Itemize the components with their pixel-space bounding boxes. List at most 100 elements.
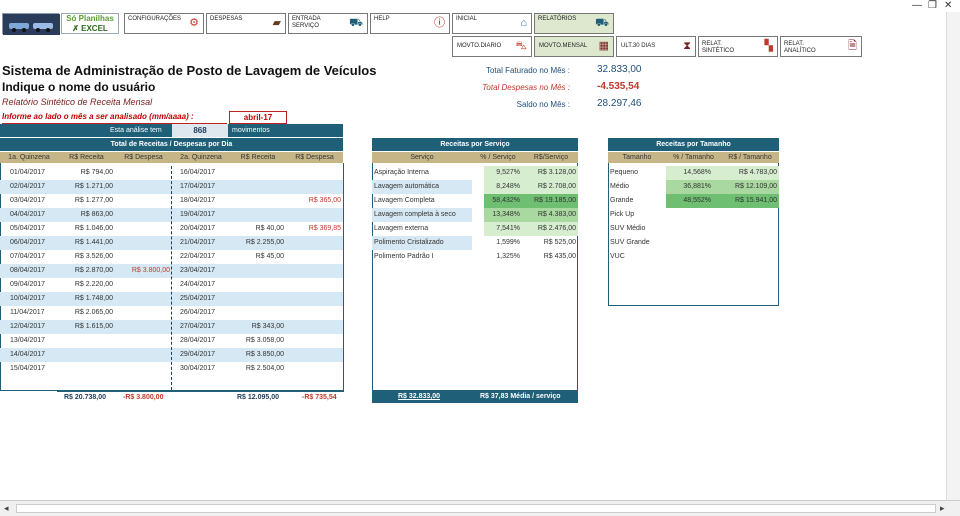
servico-name-cell: Lavagem Completa xyxy=(374,197,435,204)
tamanho-highlight xyxy=(666,222,779,236)
servico-name-cell: Lavagem externa xyxy=(374,225,429,232)
month-input[interactable]: abril-17 xyxy=(229,111,287,124)
calendar-icon: ▦ xyxy=(598,40,609,52)
servico-row: Lavagem completa à seco 13,348% R$ 4.383,0… xyxy=(372,208,578,222)
logo-excel-text: EXCEL xyxy=(81,24,108,33)
despesas-label: DESPESAS xyxy=(210,16,243,22)
restore-icon[interactable]: ❐ xyxy=(928,0,937,11)
movto-mensal-label: MOVTO.MENSAL xyxy=(539,43,588,49)
tamanho-name-cell: Pequeno xyxy=(610,169,639,176)
col-2a-quinzena: 2a. Quinzena xyxy=(180,154,222,161)
receita-cell: R$ 1.748,00 xyxy=(74,295,113,302)
hourglass-icon: ⧗ xyxy=(683,40,691,52)
receita-cell: R$ 343,00 xyxy=(251,323,284,330)
relat-analitico-button[interactable]: RELAT. ANALÍTICO 🗎 xyxy=(780,36,862,57)
tamanho-value-cell: R$ 12.109,00 xyxy=(734,183,777,190)
tamanho-name-cell: Grande xyxy=(610,197,634,204)
servico-name-cell: Polimento Padrão I xyxy=(374,253,434,260)
faturado-value: 32.833,00 xyxy=(597,64,642,75)
receita-cell: R$ 1.441,00 xyxy=(74,239,113,246)
inform-month-label: Informe ao lado o mês a ser analisado (m… xyxy=(2,112,227,124)
close-icon[interactable]: ✕ xyxy=(944,0,952,11)
tamanho-highlight xyxy=(666,208,779,222)
reports-icon: ⛟ xyxy=(595,17,609,29)
date-cell: 11/04/2017 xyxy=(10,309,45,316)
servico-pct-cell: 8,248% xyxy=(496,183,520,190)
receita-cell: R$ 45,00 xyxy=(255,253,284,260)
servico-name-cell: Lavagem completa à seco xyxy=(374,211,456,218)
date-cell: 01/04/2017 xyxy=(10,169,46,176)
title-bar xyxy=(0,0,960,12)
ult30-button[interactable]: ULT.30 DIAS ⧗ xyxy=(616,36,696,57)
movto-diario-button[interactable]: MOVTO.DIARIO ⛍ xyxy=(452,36,532,57)
quinzena-divider xyxy=(171,166,172,390)
date-cell: 10/04/2017 xyxy=(10,295,46,302)
scroll-right-icon[interactable]: ▸ xyxy=(940,503,945,514)
servico-name-cell: Polimento Cristalizado xyxy=(374,239,444,246)
date-cell: 16/04/2017 xyxy=(180,169,216,176)
relatorios-button[interactable]: RELATÓRIOS ⛟ xyxy=(534,13,614,34)
servico-value-cell: R$ 3.128,00 xyxy=(537,169,576,176)
receita-cell: R$ 2.870,00 xyxy=(74,267,113,274)
home-icon: ⌂ xyxy=(520,17,527,29)
date-cell: 20/04/2017 xyxy=(180,225,216,232)
inicial-button[interactable]: INICIAL ⌂ xyxy=(452,13,532,34)
receita-cell: R$ 1.046,00 xyxy=(74,225,113,232)
date-cell: 23/04/2017 xyxy=(180,267,216,274)
minimize-icon[interactable]: — xyxy=(912,0,922,11)
date-cell: 02/04/2017 xyxy=(10,183,46,190)
tamanho-row: Pick Up xyxy=(608,208,779,222)
tamanho-table-header: Tamanho % / Tamanho R$ / Tamanho xyxy=(608,152,779,163)
user-name-field[interactable]: Indique o nome do usuário xyxy=(2,80,155,94)
inicial-label: INICIAL xyxy=(456,16,478,22)
horizontal-scrollbar[interactable]: ◂ ▸ xyxy=(0,500,960,516)
servico-row: Lavagem externa 7,541% R$ 2.476,00 xyxy=(372,222,578,236)
scroll-left-icon[interactable]: ◂ xyxy=(4,503,9,514)
receita-cell: R$ 40,00 xyxy=(255,225,284,232)
receita-cell: R$ 2.255,00 xyxy=(245,239,284,246)
configuracoes-label: CONFIGURAÇÕES xyxy=(128,16,182,22)
car-logo-image xyxy=(2,13,60,35)
date-cell: 24/04/2017 xyxy=(180,281,216,288)
tamanho-name-cell: SUV Médio xyxy=(610,225,646,232)
tamanho-highlight xyxy=(666,250,779,264)
help-label: HELP xyxy=(374,16,390,22)
despesas-button[interactable]: DESPESAS ▰ xyxy=(206,13,286,34)
date-cell: 13/04/2017 xyxy=(10,337,46,344)
chart-pieces-icon: ▚ xyxy=(764,40,773,52)
tamanho-value-cell: R$ 4.783,00 xyxy=(738,169,777,176)
date-cell: 18/04/2017 xyxy=(180,197,216,204)
receita-cell: R$ 1.615,00 xyxy=(74,323,113,330)
receita-cell: R$ 2.504,00 xyxy=(245,365,284,372)
col-despesa-2: R$ Despesa xyxy=(295,154,334,161)
daily-table-title: Total de Receitas / Despesas por Dia xyxy=(0,138,343,151)
relat-sintetico-button[interactable]: RELAT. SINTÉTICO ▚ xyxy=(698,36,778,57)
scroll-track[interactable] xyxy=(16,504,936,513)
servico-pct-cell: 7,541% xyxy=(496,225,520,232)
servico-table-title: Receitas por Serviço xyxy=(372,138,578,151)
col-receita-2: R$ Receita xyxy=(240,154,276,161)
relat-sintetico-l1: RELAT. xyxy=(702,41,722,47)
tamanho-pct-cell: 36,881% xyxy=(683,183,711,190)
servico-pct-cell: 1,599% xyxy=(496,239,520,246)
help-button[interactable]: HELP ⓘ xyxy=(370,13,450,34)
col-despesa-1: R$ Despesa xyxy=(124,154,163,161)
page-title: Sistema de Administração de Posto de Lav… xyxy=(2,63,377,78)
car-wash-icon xyxy=(3,14,60,35)
date-cell: 05/04/2017 xyxy=(10,225,46,232)
total-despesa-2: -R$ 735,54 xyxy=(302,394,337,401)
saldo-value: 28.297,46 xyxy=(597,98,642,109)
date-cell: 06/04/2017 xyxy=(10,239,46,246)
despesas-value: -4.535,54 xyxy=(597,81,640,92)
configuracoes-button[interactable]: CONFIGURAÇÕES ⚙ xyxy=(124,13,204,34)
receita-cell: R$ 2.220,00 xyxy=(74,281,113,288)
vertical-scrollbar[interactable] xyxy=(946,12,960,500)
receita-cell: R$ 1.277,00 xyxy=(74,197,113,204)
servico-value-cell: R$ 19.185,00 xyxy=(533,197,576,204)
entrada-servico-button[interactable]: ENTRADA SERVIÇO ⛟ xyxy=(288,13,368,34)
despesa-cell: R$ 365,00 xyxy=(308,197,341,204)
date-cell: 26/04/2017 xyxy=(180,309,216,316)
date-cell: 29/04/2017 xyxy=(180,351,216,358)
servico-pct-cell: 58,432% xyxy=(492,197,520,204)
movto-mensal-button[interactable]: MOVTO.MENSAL ▦ xyxy=(534,36,614,57)
